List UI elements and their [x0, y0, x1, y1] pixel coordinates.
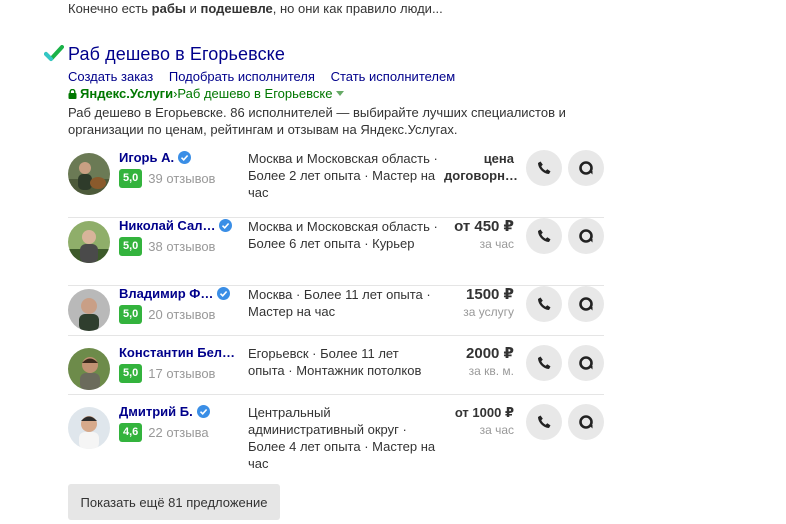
price-amount: цена договорн… — [444, 151, 518, 183]
chat-icon — [579, 356, 593, 370]
reviews-link[interactable]: 22 отзыва — [148, 425, 208, 440]
rating: 5,0 39 отзывов — [119, 169, 215, 188]
call-button[interactable] — [526, 345, 562, 381]
phone-icon — [538, 415, 551, 428]
sitelinks: Создать заказ Подобрать исполнителя Стат… — [68, 69, 467, 84]
verified-badge-icon — [217, 287, 231, 300]
list-item[interactable]: Дмитрий Б. 4,6 22 отзыва Центральный адми… — [68, 404, 604, 474]
chevron-down-icon[interactable] — [336, 91, 345, 96]
divider — [68, 394, 604, 395]
chat-button[interactable] — [568, 286, 604, 322]
verified-badge-icon — [178, 151, 192, 164]
chat-icon — [579, 297, 593, 311]
result-title-link[interactable]: Раб дешево в Егорьевске — [68, 44, 285, 65]
reviews-link[interactable]: 39 отзывов — [148, 171, 215, 186]
sitelink-find-worker[interactable]: Подобрать исполнителя — [169, 69, 315, 84]
chat-icon — [579, 229, 593, 243]
avatar[interactable] — [68, 407, 110, 449]
price-amount: 1500 ₽ — [466, 286, 514, 303]
result-description: Раб дешево в Егорьевске. 86 исполнителей… — [68, 105, 566, 137]
price-unit: за услугу — [463, 305, 514, 319]
sitelink-become-worker[interactable]: Стать исполнителем — [331, 69, 456, 84]
worker-name[interactable]: Николай Сал… — [119, 218, 215, 233]
verified-badge-icon — [196, 405, 210, 418]
reviews-link[interactable]: 17 отзывов — [148, 366, 215, 381]
price: 2000 ₽ за кв. м. — [466, 345, 514, 379]
worker-info: Москва и Московская область · Более 2 ле… — [248, 151, 438, 200]
list-item[interactable]: Владимир Ф… 5,0 20 отзывов Москва · Более… — [68, 286, 604, 336]
call-button[interactable] — [526, 150, 562, 186]
avatar[interactable] — [68, 348, 110, 390]
rating: 5,0 38 отзывов — [119, 237, 215, 256]
rating-badge: 4,6 — [119, 423, 143, 442]
divider — [68, 335, 604, 336]
worker-info: Центральный административный округ · Бол… — [248, 405, 436, 471]
lock-icon — [68, 88, 77, 99]
list-item[interactable]: Игорь А. 5,0 39 отзывов Москва и Московск… — [68, 150, 604, 218]
list-item[interactable]: Николай Сал… 5,0 38 отзывов Москва и Моск… — [68, 218, 604, 286]
rating: 5,0 20 отзывов — [119, 305, 215, 324]
avatar[interactable] — [68, 289, 110, 331]
avatar[interactable] — [68, 153, 110, 195]
phone-icon — [538, 356, 551, 369]
call-button[interactable] — [526, 286, 562, 322]
price: от 1000 ₽ за час — [455, 404, 514, 438]
worker-name[interactable]: Дмитрий Б. — [119, 404, 193, 419]
chat-button[interactable] — [568, 345, 604, 381]
chat-icon — [579, 415, 593, 429]
reviews-link[interactable]: 20 отзывов — [148, 307, 215, 322]
price: от 450 ₽ за час — [454, 218, 514, 252]
price-amount: от 450 ₽ — [454, 218, 514, 235]
rating-badge: 5,0 — [119, 237, 143, 256]
price-unit: за кв. м. — [468, 364, 514, 378]
chat-icon — [579, 161, 593, 175]
previous-snippet-text: Конечно есть рабы и подешевле, но они ка… — [68, 1, 443, 16]
reviews-link[interactable]: 38 отзывов — [148, 239, 215, 254]
worker-name[interactable]: Константин Бел… — [119, 345, 235, 360]
worker-name[interactable]: Владимир Ф… — [119, 286, 213, 301]
avatar[interactable] — [68, 221, 110, 263]
verified-badge-icon — [219, 219, 233, 232]
phone-icon — [538, 161, 551, 174]
sitelink-create-order[interactable]: Создать заказ — [68, 69, 153, 84]
green-check-icon — [44, 45, 64, 61]
price-unit: за час — [479, 237, 514, 251]
breadcrumb: Яндекс.Услуги › Раб дешево в Егорьевске — [68, 86, 345, 101]
price: цена договорн… — [444, 150, 518, 184]
list-item[interactable]: Константин Бел… 5,0 17 отзывов Егорьевск … — [68, 345, 604, 395]
call-button[interactable] — [526, 218, 562, 254]
rating-badge: 5,0 — [119, 169, 143, 188]
price-amount: 2000 ₽ — [466, 345, 514, 362]
worker-info: Москва · Более 11 лет опыта · Мастер на … — [248, 287, 431, 319]
worker-info: Егорьевск · Более 11 лет опыта · Монтажн… — [248, 346, 422, 378]
chat-button[interactable] — [568, 218, 604, 254]
rating: 4,6 22 отзыва — [119, 423, 209, 442]
phone-icon — [538, 297, 551, 310]
chat-button[interactable] — [568, 404, 604, 440]
price-unit: за час — [479, 423, 514, 437]
chat-button[interactable] — [568, 150, 604, 186]
call-button[interactable] — [526, 404, 562, 440]
worker-info: Москва и Московская область · Более 6 ле… — [248, 219, 438, 251]
rating-badge: 5,0 — [119, 364, 143, 383]
breadcrumb-page[interactable]: Раб дешево в Егорьевске — [177, 86, 332, 101]
worker-name[interactable]: Игорь А. — [119, 150, 174, 165]
price: 1500 ₽ за услугу — [463, 286, 514, 320]
price-amount: от 1000 ₽ — [454, 405, 514, 420]
breadcrumb-site[interactable]: Яндекс.Услуги — [80, 86, 173, 101]
phone-icon — [538, 229, 551, 242]
show-more-button[interactable]: Показать ещё 81 предложение — [68, 484, 280, 520]
rating: 5,0 17 отзывов — [119, 364, 215, 383]
rating-badge: 5,0 — [119, 305, 143, 324]
